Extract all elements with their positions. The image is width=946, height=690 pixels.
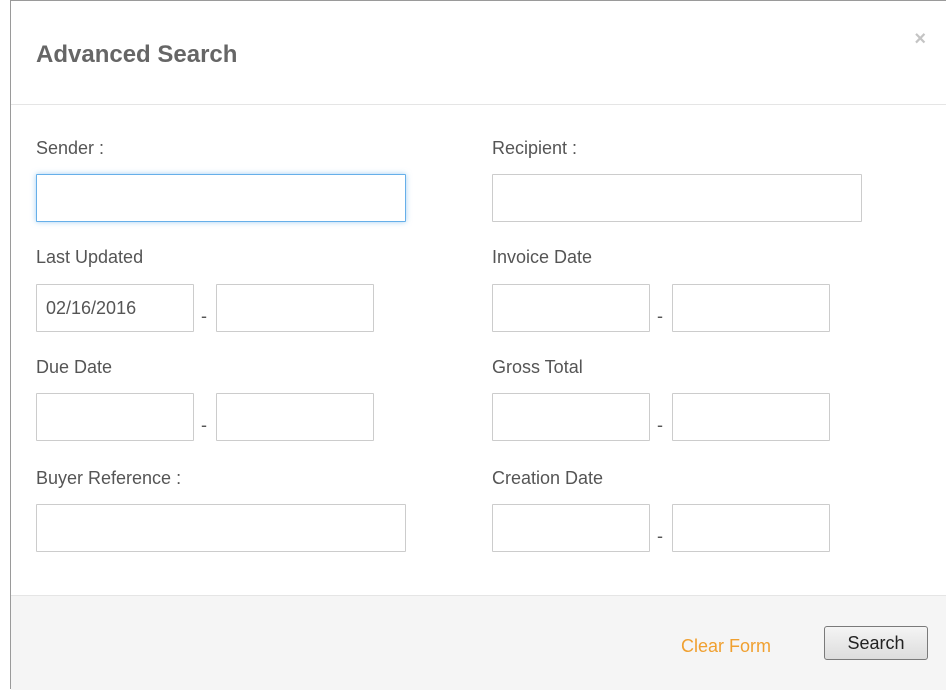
close-icon[interactable]: ×	[914, 29, 926, 49]
modal-title: Advanced Search	[36, 41, 238, 68]
due-date-to-input[interactable]	[216, 393, 374, 441]
advanced-search-modal: Advanced Search × Sender : Recipient : L…	[10, 0, 946, 690]
invoice-date-label: Invoice Date	[492, 247, 593, 267]
gross-total-label: Gross Total	[492, 357, 583, 377]
sender-input[interactable]	[36, 174, 406, 222]
range-separator: -	[201, 415, 207, 435]
buyer-reference-label: Buyer Reference :	[36, 468, 182, 488]
range-separator: -	[201, 306, 207, 326]
modal-footer: Clear Form Search	[11, 595, 946, 690]
range-separator: -	[657, 306, 663, 326]
clear-form-link[interactable]: Clear Form	[681, 636, 771, 656]
range-separator: -	[657, 526, 663, 546]
last-updated-label: Last Updated	[36, 247, 144, 267]
recipient-input[interactable]	[492, 174, 862, 222]
invoice-date-from-input[interactable]	[492, 284, 650, 332]
creation-date-from-input[interactable]	[492, 504, 650, 552]
gross-total-to-input[interactable]	[672, 393, 830, 441]
gross-total-from-input[interactable]	[492, 393, 650, 441]
modal-header: Advanced Search ×	[11, 1, 946, 105]
last-updated-to-input[interactable]	[216, 284, 374, 332]
range-separator: -	[657, 415, 663, 435]
recipient-label: Recipient :	[492, 138, 578, 158]
search-button[interactable]: Search	[824, 626, 928, 660]
buyer-reference-input[interactable]	[36, 504, 406, 552]
creation-date-label: Creation Date	[492, 468, 604, 488]
last-updated-from-input[interactable]	[36, 284, 194, 332]
invoice-date-to-input[interactable]	[672, 284, 830, 332]
due-date-label: Due Date	[36, 357, 113, 377]
due-date-from-input[interactable]	[36, 393, 194, 441]
creation-date-to-input[interactable]	[672, 504, 830, 552]
sender-label: Sender :	[36, 138, 105, 158]
